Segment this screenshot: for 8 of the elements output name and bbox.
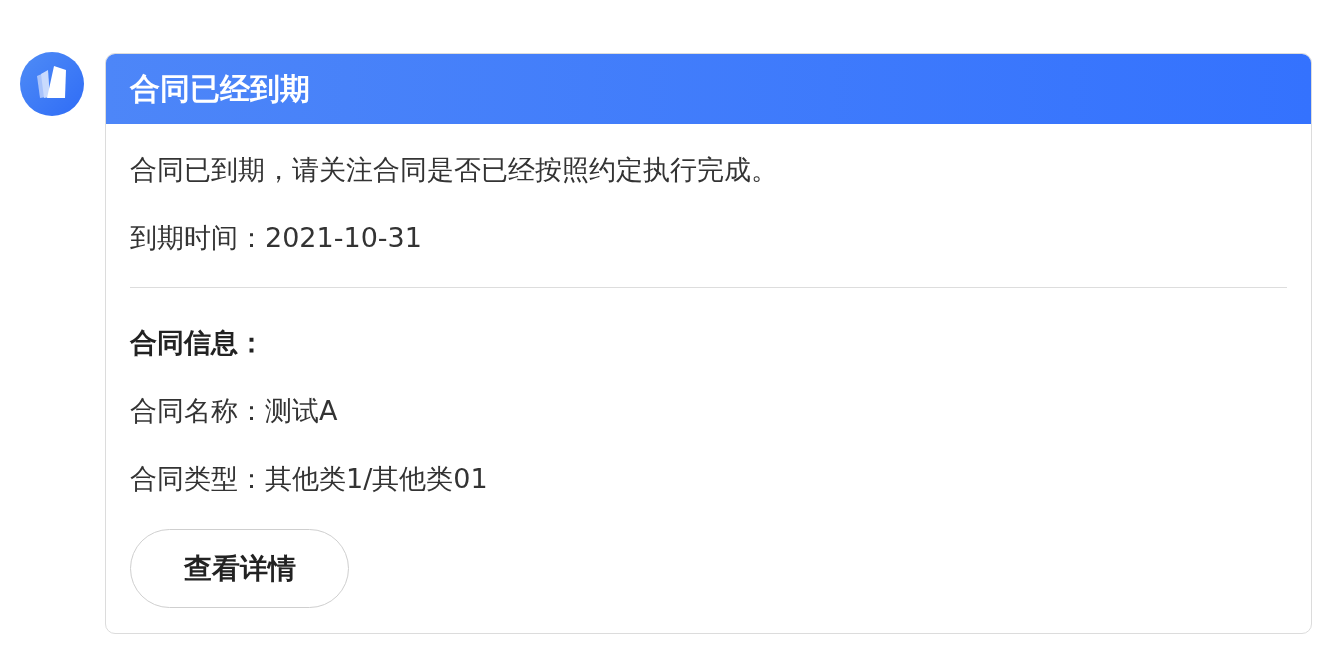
info-text: 合同类型：其他类1/其他类01 <box>130 462 488 496</box>
section-heading: 合同信息： <box>130 326 265 360</box>
book-avatar-icon <box>20 52 84 116</box>
view-details-button[interactable]: 查看详情 <box>130 529 349 608</box>
info-text: 合同名称：测试A <box>130 394 338 428</box>
card-title: 合同已经到期 <box>130 69 310 108</box>
due-date-text: 到期时间：2021-10-31 <box>130 221 422 255</box>
message-text: 合同已到期，请关注合同是否已经按照约定执行完成。 <box>130 153 778 187</box>
